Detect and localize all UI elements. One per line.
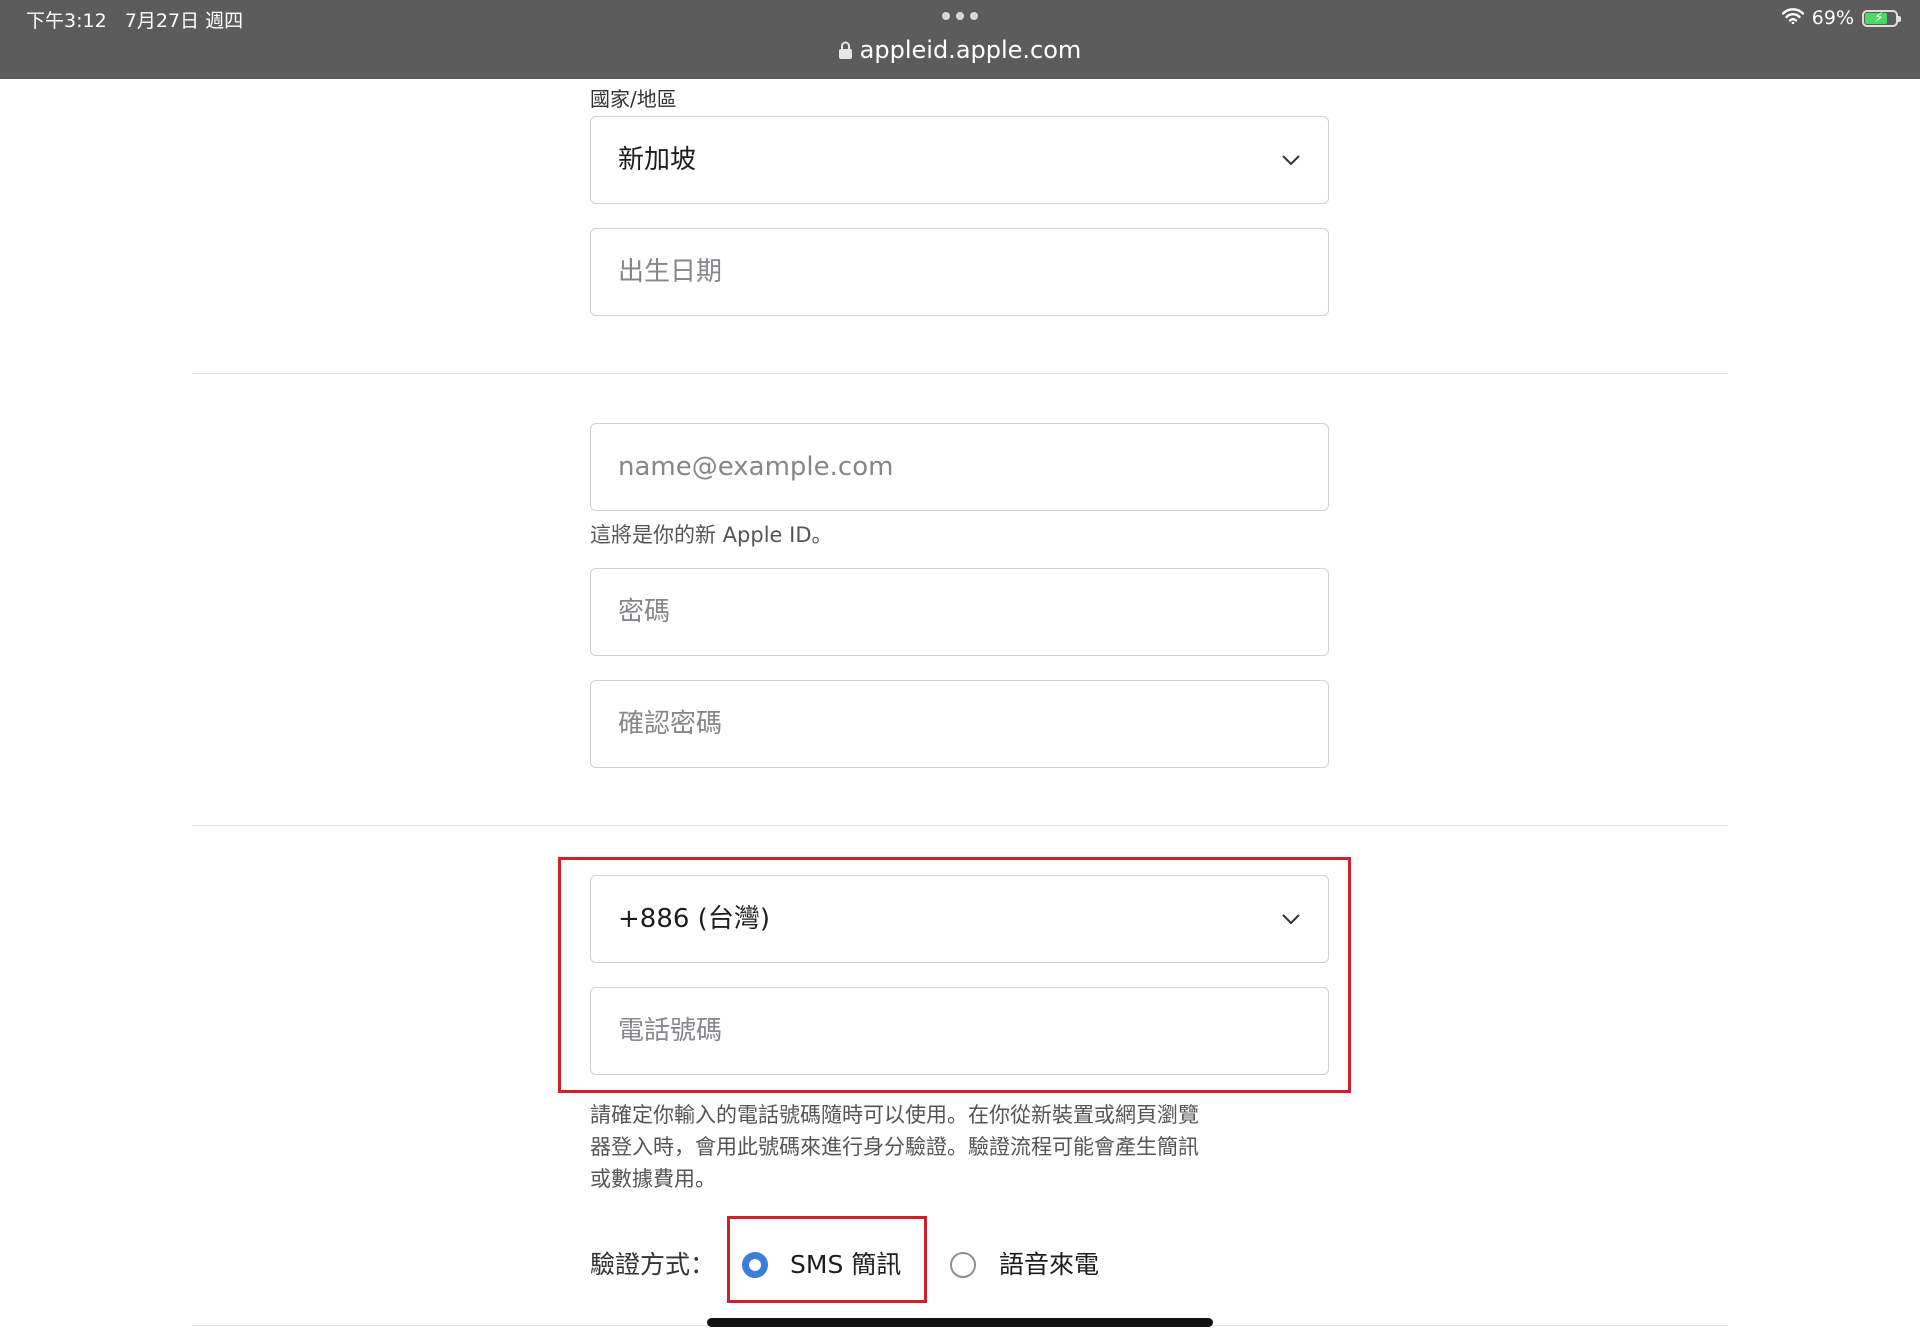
password-placeholder: 密碼: [618, 597, 671, 627]
birthday-placeholder: 出生日期: [618, 257, 723, 287]
phone-hint-line: 請確定你輸入的電話號碼隨時可以使用。在你從新裝置或網頁瀏覽: [590, 1103, 1199, 1127]
birthday-field[interactable]: 出生日期: [590, 228, 1329, 316]
email-hint: 這將是你的新 Apple ID。: [590, 523, 833, 547]
phone-placeholder: 電話號碼: [618, 1016, 723, 1046]
confirm-password-placeholder: 確認密碼: [618, 709, 723, 739]
wifi-icon: [1781, 7, 1804, 29]
phone-hint-line: 或數據費用。: [590, 1167, 716, 1191]
lock-icon: [838, 37, 852, 65]
date-text: 7月27日 週四: [124, 10, 244, 32]
time-text: 下午3:12: [26, 10, 107, 32]
browser-status-bar: 下午3:12 7月27日 週四 appleid.apple.com 69% ⚡: [0, 0, 1920, 79]
battery-icon: ⚡: [1862, 9, 1901, 27]
email-placeholder: name@example.com: [618, 452, 894, 482]
phone-country-select[interactable]: +886 (台灣): [590, 875, 1329, 963]
chevron-down-icon: [1282, 151, 1300, 170]
phone-hint: 請確定你輸入的電話號碼隨時可以使用。在你從新裝置或網頁瀏覽 器登入時，會用此號碼…: [590, 1099, 1199, 1195]
section-divider: [192, 825, 1728, 826]
voice-call-radio[interactable]: [950, 1252, 976, 1278]
status-time: 下午3:12 7月27日 週四: [26, 6, 243, 33]
battery-percent: 69%: [1811, 7, 1854, 29]
voice-call-radio-label[interactable]: 語音來電: [999, 1245, 1099, 1281]
confirm-password-field[interactable]: 確認密碼: [590, 680, 1329, 768]
verify-method-label: 驗證方式：: [590, 1250, 716, 1279]
password-field[interactable]: 密碼: [590, 568, 1329, 656]
more-dots-icon[interactable]: [942, 12, 978, 20]
section-divider: [192, 373, 1728, 374]
country-label: 國家/地區: [590, 87, 677, 111]
country-select[interactable]: 新加坡: [590, 116, 1329, 204]
sms-radio-label[interactable]: SMS 簡訊: [790, 1245, 901, 1281]
sms-radio[interactable]: [742, 1252, 768, 1278]
country-value: 新加坡: [618, 145, 697, 175]
home-indicator: [707, 1318, 1213, 1327]
chevron-down-icon: [1282, 910, 1300, 929]
phone-country-value: +886 (台灣): [618, 904, 770, 934]
phone-hint-line: 器登入時，會用此號碼來進行身分驗證。驗證流程可能會產生簡訊: [590, 1135, 1199, 1159]
status-right: 69% ⚡: [1781, 7, 1901, 29]
address-bar[interactable]: appleid.apple.com: [0, 36, 1920, 65]
email-field[interactable]: name@example.com: [590, 423, 1329, 511]
phone-number-field[interactable]: 電話號碼: [590, 987, 1329, 1075]
url-text: appleid.apple.com: [859, 36, 1082, 64]
